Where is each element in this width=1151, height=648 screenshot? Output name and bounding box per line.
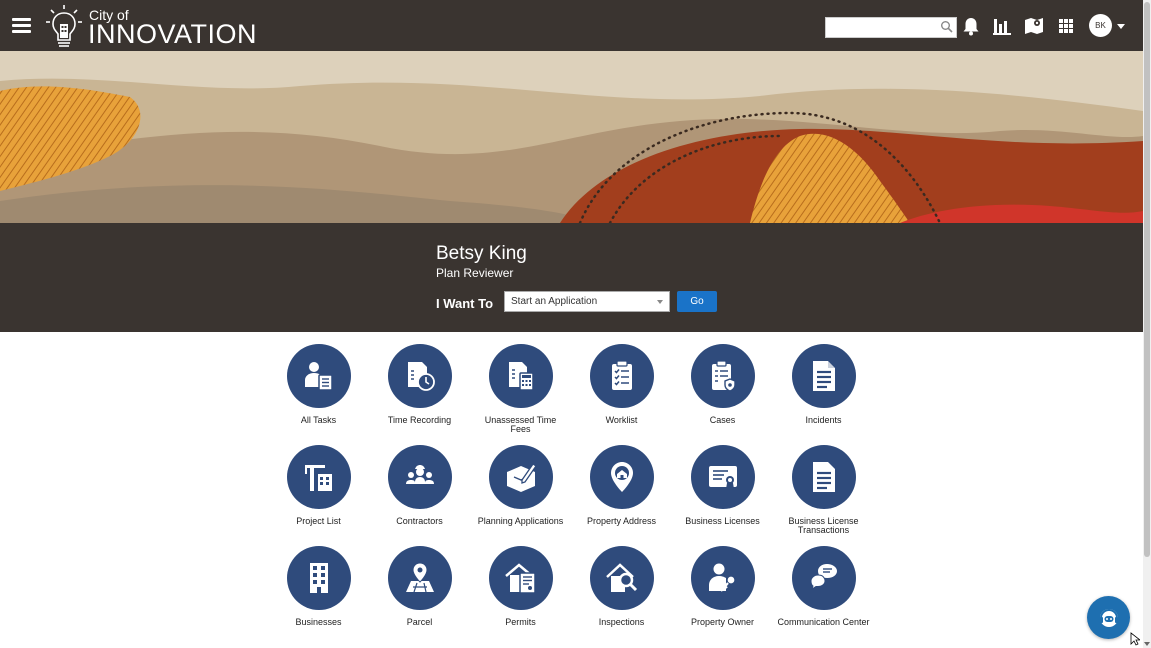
time-recording-icon: [387, 344, 452, 408]
grid-apps-icon[interactable]: [1055, 15, 1077, 37]
lightbulb-logo-icon: [46, 5, 82, 47]
person-document-icon: [286, 344, 351, 408]
tile-permits[interactable]: Permits: [470, 546, 571, 627]
go-button[interactable]: Go: [677, 291, 717, 312]
tile-communication-center[interactable]: Communication Center: [773, 546, 874, 627]
logo-innovation: INNOVATION: [88, 19, 258, 49]
vertical-scrollbar[interactable]: [1143, 0, 1151, 648]
i-want-to-select[interactable]: Start an Application: [504, 291, 670, 312]
document-lines-icon: [791, 445, 856, 509]
office-building-icon: [286, 546, 351, 610]
tile-planning-applications[interactable]: Planning Applications: [470, 445, 571, 526]
tile-label: Business Licenses: [685, 516, 760, 526]
bar-chart-icon[interactable]: [991, 15, 1013, 37]
tile-business-license-transactions[interactable]: Business License Transactions: [773, 445, 874, 535]
tile-worklist[interactable]: Worklist: [571, 344, 672, 425]
tile-parcel[interactable]: Parcel: [369, 546, 470, 627]
tile-label: Property Address: [586, 516, 657, 526]
bell-icon[interactable]: [960, 15, 982, 37]
dropdown-caret-icon: [657, 300, 663, 304]
home-location-pin-icon: [589, 445, 654, 509]
tile-label: Communication Center: [777, 617, 870, 627]
chevron-down-icon[interactable]: [1117, 24, 1125, 29]
person-key-icon: [690, 546, 755, 610]
clipboard-badge-icon: [690, 344, 755, 408]
house-permit-icon: [488, 546, 553, 610]
user-avatar[interactable]: BK: [1089, 14, 1112, 37]
user-name: Betsy King: [436, 243, 527, 264]
tile-label: Permits: [505, 617, 536, 627]
tile-label: Business License Transactions: [788, 516, 859, 535]
workers-group-icon: [387, 445, 452, 509]
scroll-down-arrow-icon[interactable]: [1144, 642, 1150, 646]
tile-label: Planning Applications: [477, 516, 564, 526]
chat-bubbles-icon: [791, 546, 856, 610]
tile-time-recording[interactable]: Time Recording: [369, 344, 470, 425]
search-input[interactable]: [825, 17, 957, 38]
scrollbar-thumb[interactable]: [1144, 2, 1150, 557]
map-pin-parcel-icon: [387, 546, 452, 610]
i-want-to-selected-value: Start an Application: [511, 296, 598, 307]
crane-building-icon: [286, 445, 351, 509]
profile-section: Betsy King Plan Reviewer I Want To Start…: [0, 223, 1143, 332]
tile-label: All Tasks: [300, 415, 337, 425]
page: City of INNOVATION BK Betsy King Plan Re…: [0, 0, 1151, 648]
tile-label: Property Owner: [690, 617, 755, 627]
hamburger-menu-icon[interactable]: [12, 18, 31, 33]
tile-incidents[interactable]: Incidents: [773, 344, 874, 425]
document-icon: [791, 344, 856, 408]
tile-label: Incidents: [805, 415, 842, 425]
certificate-icon: [690, 445, 755, 509]
i-want-to-label: I Want To: [436, 296, 494, 311]
tile-label: Cases: [709, 415, 736, 425]
tile-property-address[interactable]: Property Address: [571, 445, 672, 526]
tile-project-list[interactable]: Project List: [268, 445, 369, 526]
map-icon[interactable]: [1023, 15, 1045, 37]
clipboard-checklist-icon: [589, 344, 654, 408]
mouse-cursor-icon: [1130, 632, 1140, 646]
tile-label: Inspections: [598, 617, 645, 627]
tile-label: Parcel: [406, 617, 433, 627]
chatbot-headset-icon: [1099, 608, 1118, 627]
tile-label: Contractors: [396, 516, 443, 526]
blueprint-pencil-icon: [488, 445, 553, 509]
top-bar: City of INNOVATION BK: [0, 0, 1143, 51]
tile-inspections[interactable]: Inspections: [571, 546, 672, 627]
tile-label: Businesses: [295, 617, 342, 627]
tile-contractors[interactable]: Contractors: [369, 445, 470, 526]
banner-artwork: [0, 51, 1143, 223]
tile-label: Unassessed Time Fees: [484, 415, 557, 434]
tile-businesses[interactable]: Businesses: [268, 546, 369, 627]
chat-assistant-button[interactable]: [1087, 596, 1130, 639]
user-role: Plan Reviewer: [436, 266, 514, 280]
tile-label: Worklist: [605, 415, 638, 425]
tile-property-owner[interactable]: Property Owner: [672, 546, 773, 627]
calculator-document-icon: [488, 344, 553, 408]
tile-cases[interactable]: Cases: [672, 344, 773, 425]
tile-label: Project List: [296, 516, 341, 526]
search-icon[interactable]: [940, 20, 954, 34]
tile-all-tasks[interactable]: All Tasks: [268, 344, 369, 425]
tile-label: Time Recording: [387, 415, 452, 425]
tile-unassessed-time-fees[interactable]: Unassessed Time Fees: [470, 344, 571, 434]
house-magnifier-icon: [589, 546, 654, 610]
tile-business-licenses[interactable]: Business Licenses: [672, 445, 773, 526]
